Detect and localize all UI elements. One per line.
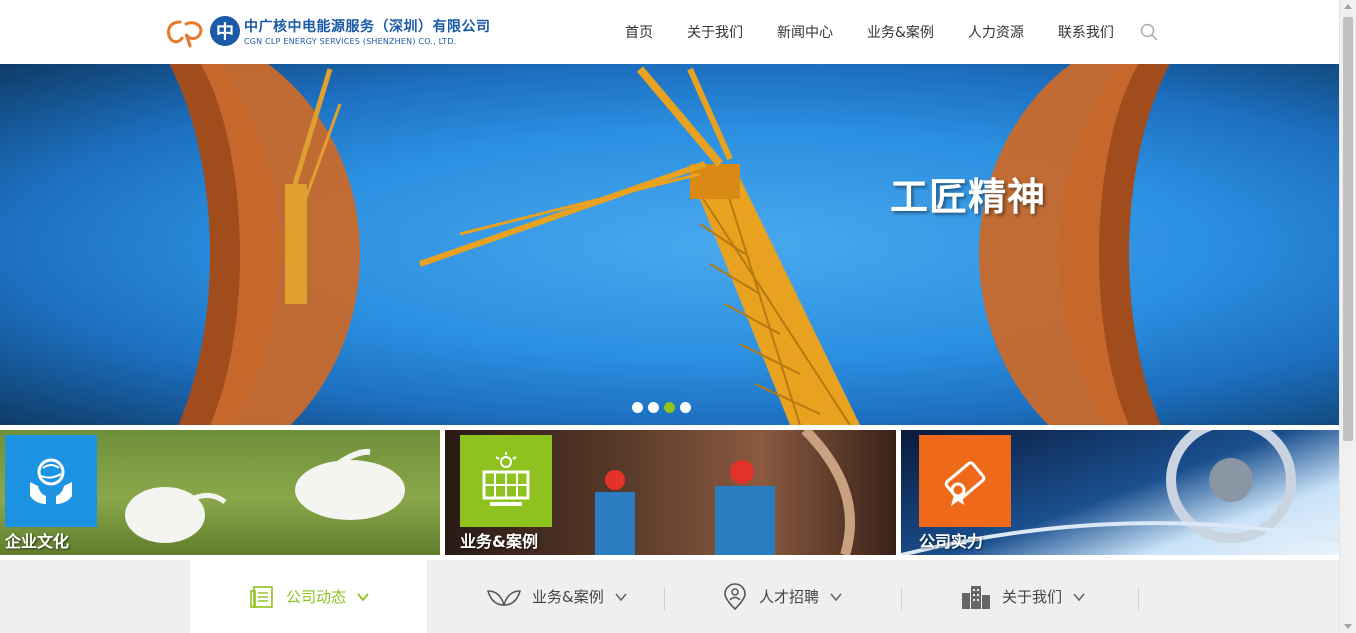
tile-label-business: 业务&案例 bbox=[460, 532, 538, 551]
tile-badge-business bbox=[460, 435, 552, 527]
banner-crane-illustration bbox=[285, 66, 860, 425]
logo-circle-mark: 中 bbox=[210, 16, 240, 46]
feature-tiles: 企业文化 业务&案例 公司实力 bbox=[0, 430, 1339, 555]
company-name-en: CGN CLP ENERGY SERVICES (SHENZHEN) CO., … bbox=[244, 37, 457, 46]
tab-business-cases[interactable]: 业务&案例 bbox=[486, 560, 628, 633]
slider-dots bbox=[632, 402, 696, 413]
leaf-icon bbox=[487, 589, 521, 606]
nav-item-contact[interactable]: 联系我们 bbox=[1058, 22, 1114, 42]
tab-label-business-cases: 业务&案例 bbox=[532, 588, 604, 606]
location-person-icon bbox=[724, 582, 746, 610]
chevron-down-icon bbox=[357, 592, 369, 601]
tab-company-news[interactable]: 公司动态 bbox=[190, 560, 427, 633]
nav-item-business[interactable]: 业务&案例 bbox=[867, 22, 934, 42]
banner-title: 工匠精神 bbox=[890, 175, 1047, 219]
section-tabbar: 公司动态 业务&案例 人才招聘 关于我们 bbox=[0, 560, 1339, 633]
hero-banner[interactable]: 工匠精神 bbox=[0, 64, 1339, 425]
nav-item-home[interactable]: 首页 bbox=[625, 22, 653, 42]
tile-label-culture: 企业文化 bbox=[5, 532, 70, 551]
tab-label-recruitment: 人才招聘 bbox=[759, 588, 820, 606]
tab-label-about-us: 关于我们 bbox=[1002, 588, 1063, 606]
buildings-icon bbox=[962, 585, 990, 609]
tab-recruitment[interactable]: 人才招聘 bbox=[721, 560, 843, 633]
company-logo[interactable]: 中 中广核中电能源服务（深圳）有限公司 CGN CLP ENERGY SERVI… bbox=[164, 14, 490, 50]
scroll-certificate-icon bbox=[944, 461, 986, 506]
chevron-down-icon bbox=[830, 592, 842, 601]
logo-text: 中广核中电能源服务（深圳）有限公司 CGN CLP ENERGY SERVICE… bbox=[244, 16, 491, 46]
nav-item-about[interactable]: 关于我们 bbox=[687, 22, 743, 42]
tile-strength[interactable]: 公司实力 bbox=[901, 430, 1339, 555]
vertical-scrollbar[interactable] bbox=[1339, 0, 1356, 633]
globe-hands-icon bbox=[30, 458, 72, 504]
tile-badge-strength bbox=[919, 435, 1011, 527]
tab-separator bbox=[1138, 588, 1139, 610]
tile-label-strength: 公司实力 bbox=[919, 532, 984, 551]
site-header: 中 中广核中电能源服务（深圳）有限公司 CGN CLP ENERGY SERVI… bbox=[0, 0, 1339, 64]
slider-dot-1[interactable] bbox=[632, 402, 643, 413]
page: 中 中广核中电能源服务（深圳）有限公司 CGN CLP ENERGY SERVI… bbox=[0, 0, 1356, 633]
tab-separator bbox=[664, 588, 665, 610]
scroll-up-arrow-icon[interactable] bbox=[1344, 4, 1352, 9]
tab-about-us[interactable]: 关于我们 bbox=[960, 560, 1086, 633]
scrollbar-thumb[interactable] bbox=[1343, 17, 1353, 441]
cgn-logo-icon bbox=[166, 20, 203, 48]
slider-dot-2[interactable] bbox=[648, 402, 659, 413]
tile-business[interactable]: 业务&案例 bbox=[445, 430, 896, 555]
chevron-down-icon bbox=[1073, 592, 1085, 601]
tab-label-company-news: 公司动态 bbox=[286, 588, 347, 606]
tile-culture[interactable]: 企业文化 bbox=[0, 430, 440, 555]
tile-badge-culture bbox=[5, 435, 97, 527]
chevron-down-icon bbox=[615, 592, 627, 601]
search-icon[interactable] bbox=[1140, 23, 1158, 41]
tab-separator bbox=[901, 588, 902, 610]
scroll-down-arrow-icon[interactable] bbox=[1344, 624, 1352, 629]
slider-dot-4[interactable] bbox=[680, 402, 691, 413]
company-name-cn: 中广核中电能源服务（深圳）有限公司 bbox=[244, 19, 491, 35]
main-nav: 首页 关于我们 新闻中心 业务&案例 人力资源 联系我们 bbox=[608, 0, 1131, 64]
slider-dot-3[interactable] bbox=[664, 402, 675, 413]
solar-panel-icon bbox=[482, 452, 530, 506]
news-icon bbox=[250, 585, 273, 608]
nav-item-hr[interactable]: 人力资源 bbox=[968, 22, 1024, 42]
nav-item-news[interactable]: 新闻中心 bbox=[777, 22, 833, 42]
